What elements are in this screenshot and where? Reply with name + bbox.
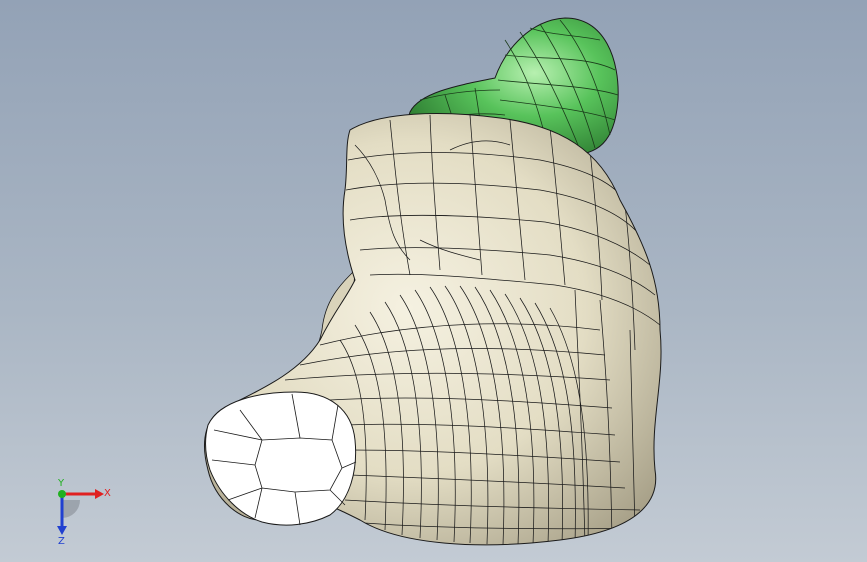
z-axis-arrowhead — [57, 526, 67, 535]
z-axis-label: Z — [58, 536, 65, 547]
3d-model[interactable] — [0, 0, 867, 562]
triad-shadow — [62, 500, 80, 518]
orientation-triad: X Y Z — [57, 478, 111, 547]
y-axis-label: Y — [57, 478, 65, 489]
y-axis-dot — [58, 490, 66, 498]
3d-graphics-viewport[interactable]: X Y Z — [0, 0, 867, 562]
main-body[interactable] — [203, 113, 662, 546]
x-axis-label: X — [104, 488, 111, 499]
x-axis-arrowhead — [95, 489, 104, 499]
